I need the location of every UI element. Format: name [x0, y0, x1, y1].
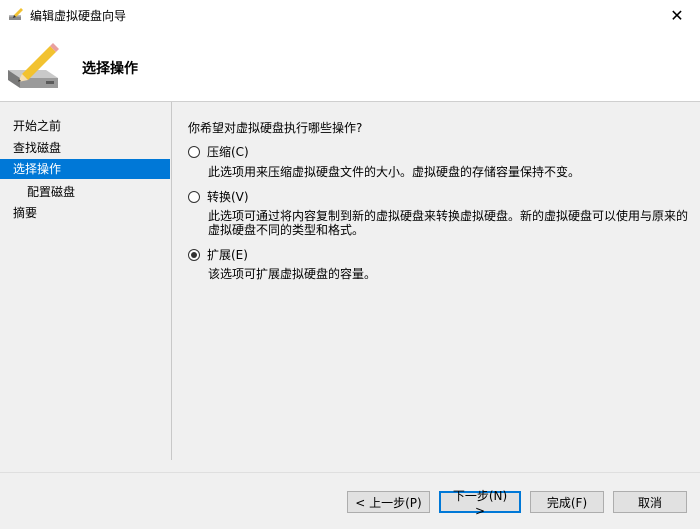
page-title: 选择操作 [82, 61, 138, 77]
compact-radio[interactable] [188, 145, 200, 158]
close-button[interactable]: ✕ [654, 0, 700, 30]
question-label: 你希望对虚拟硬盘执行哪些操作? [188, 121, 363, 135]
compact-option[interactable]: 压缩(C) [188, 143, 249, 160]
convert-description: 此选项可通过将内容复制到新的虚拟硬盘来转换虚拟硬盘。新的虚拟硬盘可以使用与原来的… [208, 209, 689, 237]
close-icon: ✕ [670, 5, 684, 25]
expand-label[interactable]: 扩展(E) [207, 246, 248, 263]
title-bar: 编辑虚拟硬盘向导 ✕ [0, 0, 700, 30]
convert-option[interactable]: 转换(V) [188, 188, 249, 205]
convert-radio[interactable] [188, 190, 200, 203]
disk-pencil-icon [8, 43, 59, 88]
wizard-content: 你希望对虚拟硬盘执行哪些操作? 压缩(C) 此选项用来压缩虚拟硬盘文件的大小。虚… [172, 102, 700, 460]
wizard-nav: 开始之前 查找磁盘 选择操作 配置磁盘 摘要 [0, 102, 172, 460]
previous-button[interactable]: < 上一步(P) [347, 491, 430, 513]
compact-label[interactable]: 压缩(C) [207, 143, 249, 160]
expand-radio[interactable] [188, 248, 200, 261]
wizard-footer: < 上一步(P) 下一步(N) > 完成(F) 取消 [0, 472, 700, 529]
cancel-button[interactable]: 取消 [613, 491, 687, 513]
window-title: 编辑虚拟硬盘向导 [30, 9, 127, 23]
expand-description: 该选项可扩展虚拟硬盘的容量。 [208, 267, 377, 281]
expand-option[interactable]: 扩展(E) [188, 246, 248, 263]
finish-button[interactable]: 完成(F) [530, 491, 604, 513]
nav-item-choose-action[interactable]: 选择操作 [0, 159, 170, 179]
wizard-app-icon [9, 8, 23, 20]
convert-label[interactable]: 转换(V) [207, 188, 249, 205]
next-button[interactable]: 下一步(N) > [439, 489, 521, 518]
compact-description: 此选项用来压缩虚拟硬盘文件的大小。虚拟硬盘的存储容量保持不变。 [208, 165, 581, 179]
nav-item-before-you-begin[interactable]: 开始之前 [0, 116, 170, 136]
nav-item-locate-disk[interactable]: 查找磁盘 [0, 138, 170, 158]
nav-item-configure-disk[interactable]: 配置磁盘 [0, 182, 170, 202]
wizard-header: 选择操作 [0, 30, 700, 102]
nav-item-summary[interactable]: 摘要 [0, 203, 170, 223]
